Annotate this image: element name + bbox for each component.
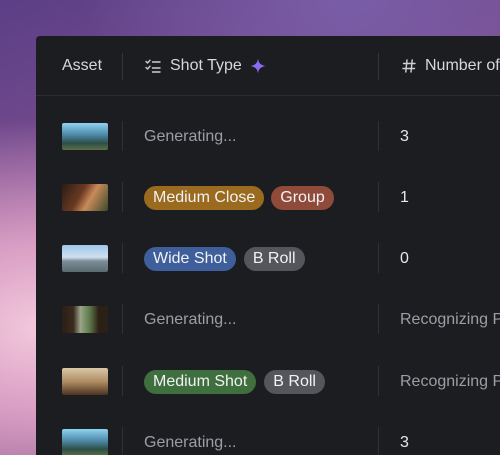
asset-thumbnail[interactable] [62, 184, 108, 211]
table-row[interactable]: Medium Shot B Roll Recognizing P [36, 351, 500, 412]
row-divider [378, 182, 379, 212]
number-cell[interactable]: Recognizing P [400, 289, 500, 350]
sparkle-icon [249, 57, 267, 75]
number-cell[interactable]: 3 [400, 412, 409, 455]
tag-wide-shot[interactable]: Wide Shot [144, 246, 236, 271]
table-row[interactable]: Wide Shot B Roll 0 [36, 228, 500, 289]
asset-thumbnail[interactable] [62, 306, 108, 333]
number-value: 3 [400, 127, 409, 145]
row-divider [378, 427, 379, 455]
row-divider [122, 121, 123, 151]
table-row[interactable]: Generating... 3 [36, 412, 500, 455]
asset-thumbnail[interactable] [62, 245, 108, 272]
table-row[interactable]: Generating... 3 [36, 106, 500, 167]
generating-status: Generating... [144, 310, 237, 328]
shot-type-cell[interactable]: Medium Close Group [144, 167, 334, 228]
asset-thumbnail[interactable] [62, 368, 108, 395]
table-row[interactable]: Generating... Recognizing P [36, 289, 500, 350]
tag-group[interactable]: Group [271, 185, 334, 210]
table-header: Asset Shot Type Number of [36, 36, 500, 96]
row-divider [378, 121, 379, 151]
column-divider[interactable] [378, 53, 379, 80]
row-divider [122, 304, 123, 334]
shot-type-cell[interactable]: Wide Shot B Roll [144, 228, 305, 289]
number-value: 3 [400, 433, 409, 451]
number-cell[interactable]: 1 [400, 167, 409, 228]
asset-table-panel: Asset Shot Type Number of Generating... … [36, 36, 500, 455]
row-divider [378, 243, 379, 273]
number-cell[interactable]: 0 [400, 228, 409, 289]
row-divider [122, 366, 123, 396]
tag-b-roll[interactable]: B Roll [264, 369, 325, 394]
column-header-asset-label: Asset [62, 57, 103, 74]
column-header-shot-type-label: Shot Type [170, 57, 242, 74]
number-cell[interactable]: 3 [400, 106, 409, 167]
asset-thumbnail[interactable] [62, 429, 108, 455]
row-divider [122, 182, 123, 212]
asset-thumbnail[interactable] [62, 123, 108, 150]
number-value: 1 [400, 188, 409, 206]
table-row[interactable]: Medium Close Group 1 [36, 167, 500, 228]
row-divider [378, 366, 379, 396]
hash-icon [402, 58, 416, 74]
recognizing-status: Recognizing P [400, 310, 500, 328]
generating-status: Generating... [144, 433, 237, 451]
row-divider [378, 304, 379, 334]
tag-medium-close[interactable]: Medium Close [144, 185, 265, 210]
column-divider[interactable] [122, 53, 123, 80]
shot-type-cell[interactable]: Generating... [144, 289, 237, 350]
shot-type-cell[interactable]: Medium Shot B Roll [144, 351, 325, 412]
generating-status: Generating... [144, 127, 237, 145]
number-cell[interactable]: Recognizing P [400, 351, 500, 412]
recognizing-status: Recognizing P [400, 372, 500, 390]
shot-type-cell[interactable]: Generating... [144, 106, 237, 167]
tag-medium-shot[interactable]: Medium Shot [144, 369, 257, 394]
column-header-number[interactable]: Number of [402, 36, 500, 96]
number-value: 0 [400, 249, 409, 267]
checklist-icon [144, 57, 162, 75]
column-header-asset[interactable]: Asset [62, 36, 102, 96]
row-divider [122, 243, 123, 273]
tag-b-roll[interactable]: B Roll [243, 246, 305, 271]
row-divider [122, 427, 123, 455]
shot-type-cell[interactable]: Generating... [144, 412, 237, 455]
column-header-shot-type[interactable]: Shot Type [144, 36, 267, 96]
column-header-number-label: Number of [425, 57, 500, 74]
